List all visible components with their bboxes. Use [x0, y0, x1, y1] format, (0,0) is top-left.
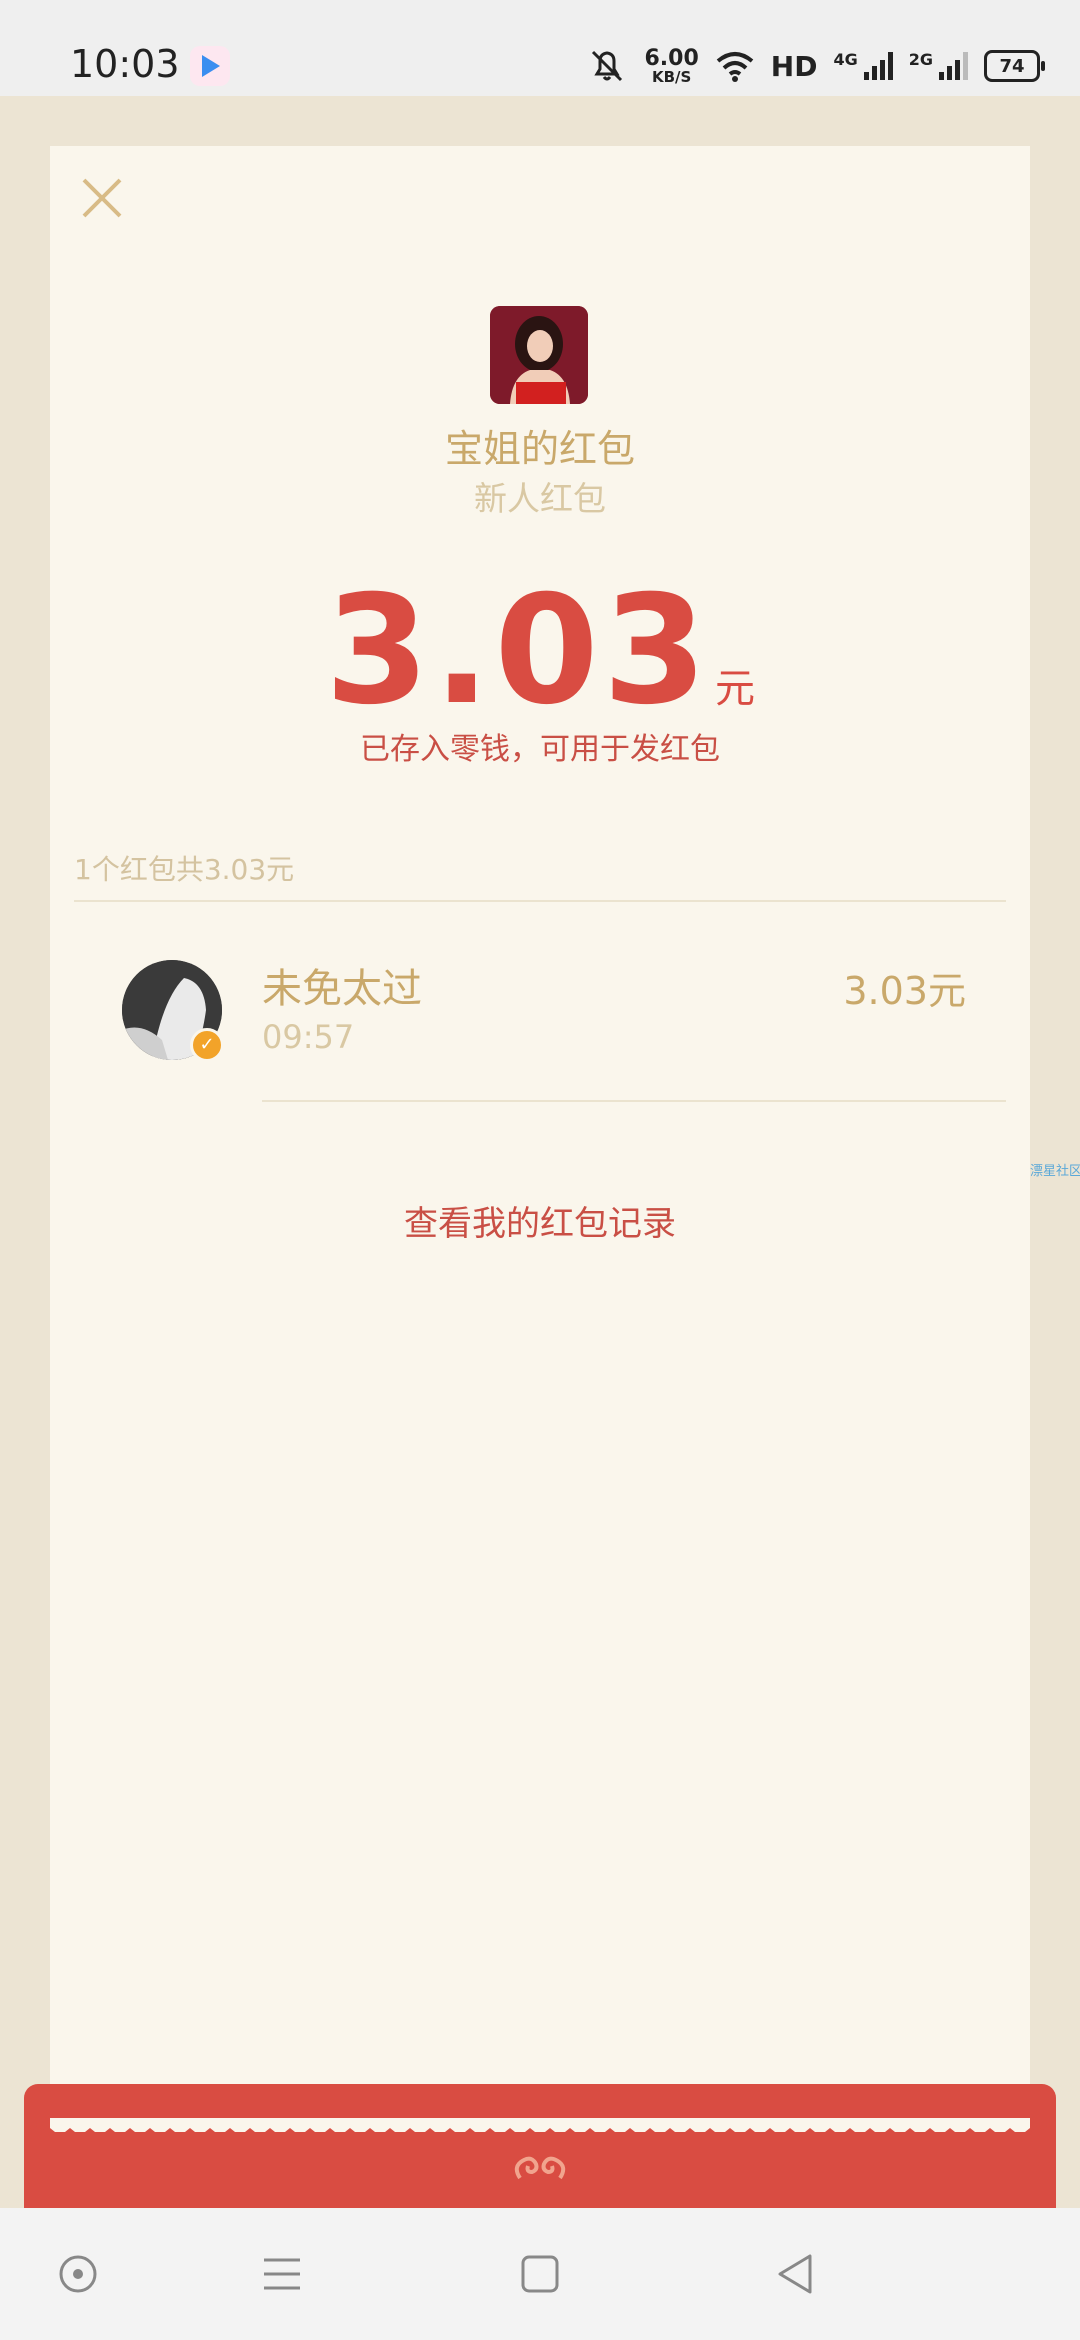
home-square-icon[interactable] [514, 2248, 566, 2300]
back-triangle-icon[interactable] [770, 2248, 822, 2300]
status-time: 10:03 [70, 42, 180, 86]
view-records-link[interactable]: 查看我的红包记录 [50, 1196, 1030, 1245]
packet-summary: 1个红包共3.03元 [74, 853, 295, 886]
verified-badge-icon: ✓ [190, 1028, 224, 1062]
video-app-icon [190, 46, 230, 86]
receiver-time: 09:57 [262, 1018, 355, 1056]
network-speed: 6.00 KB/S [644, 45, 699, 86]
receiver-amount: 3.03元 [843, 969, 966, 1013]
close-icon[interactable] [80, 176, 124, 220]
wifi-icon [716, 52, 754, 82]
cloud-ornament-icon [514, 2156, 566, 2180]
status-bar: 10:03 6.00 KB/S HD 4G 2G 74 [0, 0, 1080, 96]
red-packet-card: 宝姐的红包 新人红包 3.03 元 已存入零钱，可用于发红包 1个红包共3.03元… [50, 146, 1030, 2122]
saved-to-wallet-note[interactable]: 已存入零钱，可用于发红包 [50, 724, 1030, 768]
network-speed-value: 6.00 [644, 45, 699, 71]
hd-label: HD [770, 49, 818, 83]
network-4g-label: 4G [833, 49, 858, 69]
status-icons: 6.00 KB/S HD 4G 2G 74 [585, 44, 1045, 88]
signal-4g-icon [863, 52, 893, 80]
sender-photo [490, 306, 588, 404]
assistant-circle-icon[interactable] [52, 2248, 104, 2300]
mute-bell-icon [591, 50, 622, 82]
watermark-text: 漂星社区 [1030, 1164, 1080, 1179]
sender-avatar [490, 306, 588, 404]
sender-name: 宝姐的红包 [444, 427, 635, 471]
amount-unit: 元 [715, 666, 756, 712]
network-2g-label: 2G [908, 49, 933, 69]
menu-icon[interactable] [256, 2248, 308, 2300]
row-divider [262, 1100, 1006, 1102]
receiver-name: 未免太过 [262, 966, 422, 1012]
battery-icon: 74 [984, 50, 1045, 82]
network-speed-unit: KB/S [651, 67, 692, 86]
signal-2g-icon [939, 52, 968, 80]
amount-display: 3.03 元 [50, 576, 1030, 726]
amount-value: 3.03 [324, 564, 712, 738]
packet-subtitle: 新人红包 [474, 479, 606, 518]
navigation-bar [0, 2208, 1080, 2340]
summary-divider [74, 900, 1006, 902]
